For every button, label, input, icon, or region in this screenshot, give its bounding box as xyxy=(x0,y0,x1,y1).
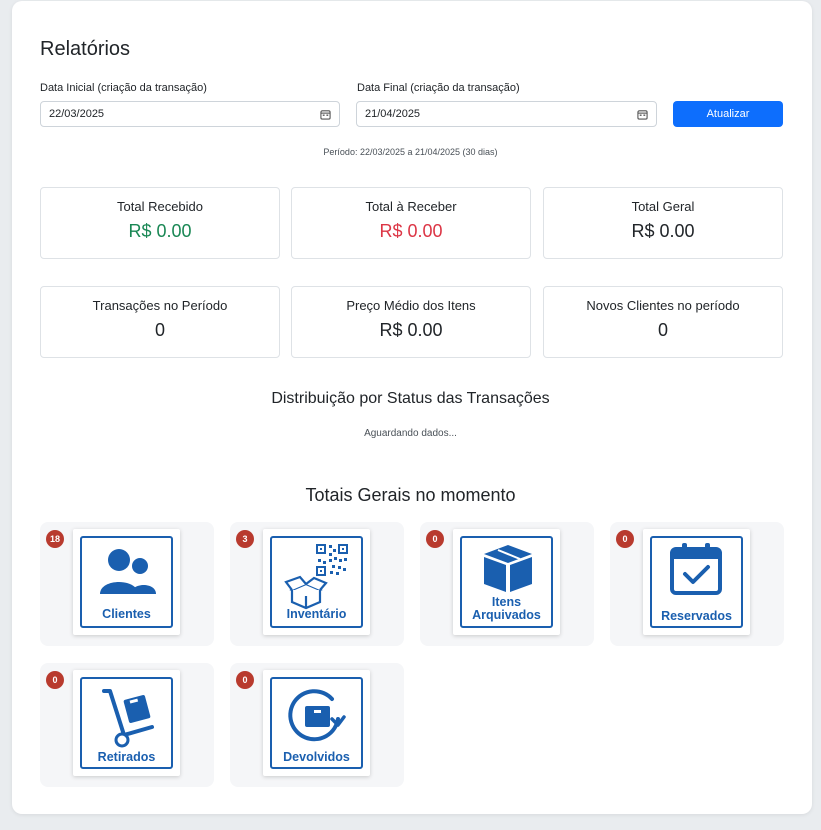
icon-card[interactable]: Inventário xyxy=(263,529,370,635)
count-badge: 0 xyxy=(616,530,634,548)
stat-value: R$ 0.00 xyxy=(128,221,192,241)
tile-label: Retirados xyxy=(97,750,156,764)
stat-value: R$ 0.00 xyxy=(631,221,695,241)
tile-label: Devolvidos xyxy=(283,750,350,764)
update-button[interactable]: Atualizar xyxy=(673,101,783,127)
stat-label: Novos Clientes no período xyxy=(586,298,740,313)
end-date-label: Data Final (criação da transação) xyxy=(357,82,520,94)
stat-transacoes: Transações no Período 0 xyxy=(40,286,280,358)
waiting-text: Aguardando dados... xyxy=(364,428,457,439)
count-badge: 18 xyxy=(46,530,64,548)
start-date-input[interactable]: 22/03/2025 xyxy=(40,101,340,127)
tile-label-line1: Itens xyxy=(491,595,522,609)
stat-total-geral: Total Geral R$ 0.00 xyxy=(543,187,783,259)
totals-title: Totais Gerais no momento xyxy=(305,485,516,505)
stat-novos-clientes: Novos Clientes no período 0 xyxy=(543,286,783,358)
stat-label: Transações no Período xyxy=(92,298,228,313)
stat-label: Total Geral xyxy=(631,199,695,214)
end-date-value: 21/04/2025 xyxy=(365,108,421,120)
stat-value: 0 xyxy=(154,320,165,340)
count-badge: 3 xyxy=(236,530,254,548)
icon-frame: Retirados xyxy=(80,677,173,769)
count-badge: 0 xyxy=(46,671,64,689)
stat-preco-medio: Preço Médio dos Itens R$ 0.00 xyxy=(291,286,531,358)
page-title: Relatórios xyxy=(40,38,131,60)
stat-total-a-receber: Total à Receber R$ 0.00 xyxy=(291,187,531,259)
tile-label: Clientes xyxy=(102,607,151,621)
tile-retirados[interactable]: 0 Retirados xyxy=(40,663,214,787)
icon-card[interactable]: Itens Arquivados xyxy=(453,529,560,635)
period-text: Período: 22/03/2025 a 21/04/2025 (30 dia… xyxy=(323,147,498,157)
count-badge: 0 xyxy=(236,671,254,689)
tile-label-line2: Arquivados xyxy=(472,608,541,622)
calendar-icon[interactable] xyxy=(320,109,331,120)
icon-card[interactable]: Reservados xyxy=(643,529,750,635)
icon-frame: Itens Arquivados xyxy=(460,536,553,628)
tile-label: Reservados xyxy=(661,609,732,623)
icon-card[interactable]: Devolvidos xyxy=(263,670,370,776)
icon-frame: Devolvidos xyxy=(270,677,363,769)
tile-inventario[interactable]: 3 Inventário xyxy=(230,522,404,646)
stat-label: Total à Receber xyxy=(365,199,457,214)
tile-reservados[interactable]: 0 Reservados xyxy=(610,522,784,646)
stat-value: R$ 0.00 xyxy=(379,221,443,241)
end-date-input[interactable]: 21/04/2025 xyxy=(356,101,657,127)
status-distribution-title: Distribuição por Status das Transações xyxy=(271,390,550,407)
stat-label: Preço Médio dos Itens xyxy=(346,298,476,313)
count-badge: 0 xyxy=(426,530,444,548)
stat-total-recebido: Total Recebido R$ 0.00 xyxy=(40,187,280,259)
tile-devolvidos[interactable]: 0 Devolvidos xyxy=(230,663,404,787)
calendar-icon[interactable] xyxy=(637,109,648,120)
start-date-value: 22/03/2025 xyxy=(49,108,105,120)
tile-clientes[interactable]: 18 Clientes xyxy=(40,522,214,646)
stat-value: 0 xyxy=(657,320,668,340)
tile-label: Inventário xyxy=(286,607,347,621)
stat-label: Total Recebido xyxy=(117,199,203,214)
icon-frame: Clientes xyxy=(80,536,173,628)
stat-value: R$ 0.00 xyxy=(379,320,443,340)
tile-itens-arquivados[interactable]: 0 Itens Arquivados xyxy=(420,522,594,646)
icon-card[interactable]: Clientes xyxy=(73,529,180,635)
icon-frame: Reservados xyxy=(650,536,743,628)
icon-frame: Inventário xyxy=(270,536,363,628)
icon-card[interactable]: Retirados xyxy=(73,670,180,776)
start-date-label: Data Inicial (criação da transação) xyxy=(40,82,207,94)
